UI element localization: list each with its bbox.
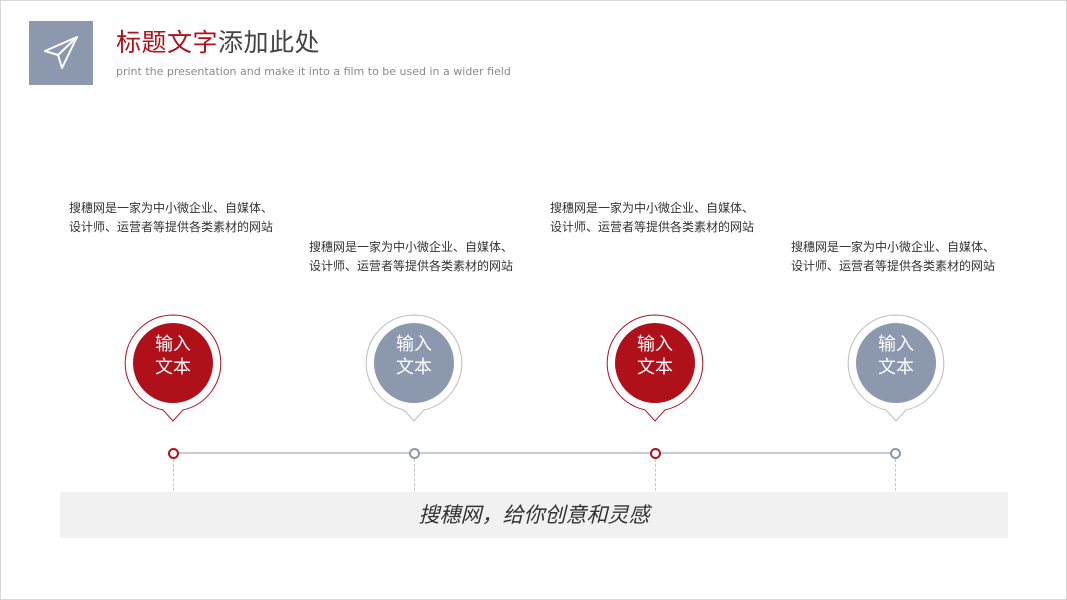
step-3-connector [655, 459, 656, 491]
step-2-pin: 输入 文本 [364, 313, 464, 425]
step-3-node [650, 448, 661, 459]
paper-plane-icon [44, 36, 78, 69]
step-3-description-line-2: 设计师、运营者等提供各类素材的网站 [550, 220, 755, 234]
step-1-node [168, 448, 179, 459]
title-accent: 标题文字 [116, 28, 219, 57]
step-4-label: 输入 文本 [846, 333, 946, 379]
timeline-line [173, 452, 896, 454]
step-4-pin: 输入 文本 [846, 313, 946, 425]
step-3-pin: 输入 文本 [605, 313, 705, 425]
step-1-description-line-1: 搜穗网是一家为中小微企业、自媒体、 [69, 201, 274, 215]
step-2-description-line-2: 设计师、运营者等提供各类素材的网站 [309, 259, 514, 273]
step-4-label-line-1: 输入 [878, 334, 914, 355]
title-rest: 添加此处 [218, 28, 321, 57]
step-2-label: 输入 文本 [364, 333, 464, 379]
step-1-connector [173, 459, 174, 491]
step-2-label-line-1: 输入 [396, 334, 432, 355]
step-4-label-line-2: 文本 [878, 357, 914, 378]
step-2-description-line-1: 搜穗网是一家为中小微企业、自媒体、 [309, 240, 514, 254]
step-2-node [409, 448, 420, 459]
step-3-description-line-1: 搜穗网是一家为中小微企业、自媒体、 [550, 201, 755, 215]
step-1-label-line-1: 输入 [155, 334, 191, 355]
slogan-banner: 搜穗网，给你创意和灵感 [60, 492, 1008, 538]
step-4-description: 搜穗网是一家为中小微企业、自媒体、 设计师、运营者等提供各类素材的网站 [791, 238, 1031, 276]
step-4-node [890, 448, 901, 459]
step-4-connector [895, 459, 896, 491]
step-3-label-line-2: 文本 [637, 357, 673, 378]
step-4-description-line-2: 设计师、运营者等提供各类素材的网站 [791, 259, 996, 273]
page-title: 标题文字添加此处 [116, 27, 320, 59]
logo-box [29, 21, 93, 85]
step-4-description-line-1: 搜穗网是一家为中小微企业、自媒体、 [791, 240, 996, 254]
step-3-description: 搜穗网是一家为中小微企业、自媒体、 设计师、运营者等提供各类素材的网站 [550, 199, 790, 237]
step-1-label-line-2: 文本 [155, 357, 191, 378]
slide: 标题文字添加此处 print the presentation and make… [0, 0, 1067, 600]
step-1-pin: 输入 文本 [123, 313, 223, 425]
step-1-label: 输入 文本 [123, 333, 223, 379]
step-3-label-line-1: 输入 [637, 334, 673, 355]
slogan-text: 搜穗网，给你创意和灵感 [418, 503, 650, 527]
step-1-description: 搜穗网是一家为中小微企业、自媒体、 设计师、运营者等提供各类素材的网站 [69, 199, 309, 237]
step-2-connector [414, 459, 415, 491]
step-2-description: 搜穗网是一家为中小微企业、自媒体、 设计师、运营者等提供各类素材的网站 [309, 238, 549, 276]
step-1-description-line-2: 设计师、运营者等提供各类素材的网站 [69, 220, 274, 234]
step-2-label-line-2: 文本 [396, 357, 432, 378]
page-subtitle: print the presentation and make it into … [116, 65, 511, 78]
step-3-label: 输入 文本 [605, 333, 705, 379]
